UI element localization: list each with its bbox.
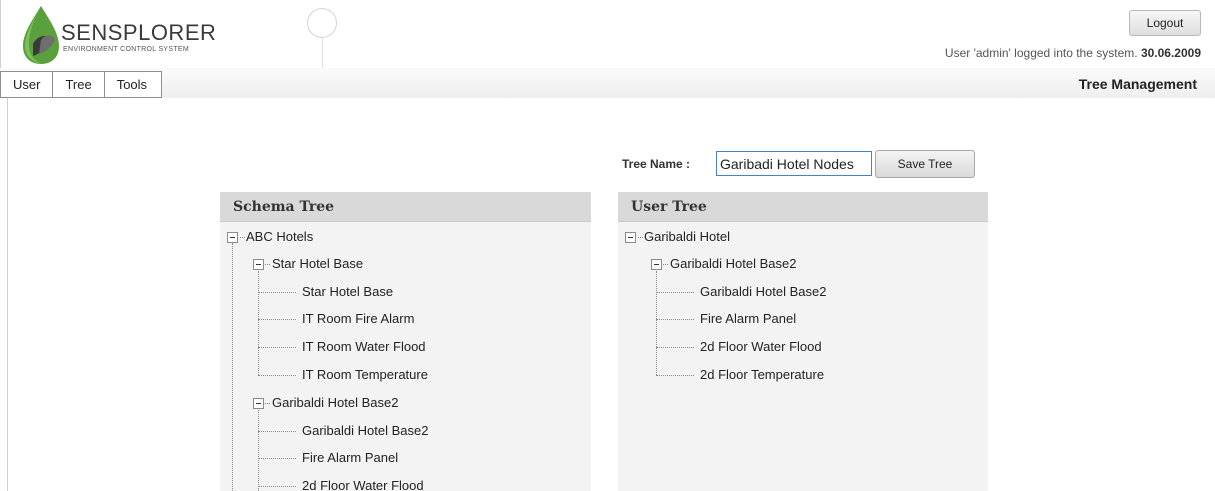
login-status-text: User 'admin' logged into the system. bbox=[944, 46, 1138, 60]
collapse-icon[interactable] bbox=[227, 232, 238, 243]
login-status: User 'admin' logged into the system. 30.… bbox=[945, 46, 1201, 60]
tree-connector bbox=[656, 271, 657, 375]
tree-connector bbox=[258, 410, 259, 491]
tree-connector bbox=[656, 375, 694, 376]
tree-node[interactable]: 2d Floor Temperature bbox=[700, 366, 824, 384]
tree-node[interactable]: ABC Hotels bbox=[246, 228, 313, 246]
tree-name-label: Tree Name : bbox=[622, 157, 691, 171]
collapse-icon[interactable] bbox=[625, 232, 636, 243]
user-tree-panel: User Tree Garibaldi Hotel Garibaldi Hote… bbox=[618, 192, 988, 491]
tree-connector bbox=[258, 486, 296, 487]
tree-node[interactable]: Fire Alarm Panel bbox=[700, 310, 796, 328]
logo-drop-icon bbox=[23, 6, 59, 64]
tree-connector bbox=[663, 264, 668, 265]
collapse-icon[interactable] bbox=[253, 259, 264, 270]
sensplorer-logo: SENSPLORER ENVIRONMENT CONTROL SYSTEM bbox=[19, 4, 319, 66]
tree-connector bbox=[265, 264, 270, 265]
tree-connector bbox=[656, 319, 694, 320]
logo-title: SENSPLORER bbox=[61, 20, 217, 45]
header-circle-decoration bbox=[307, 8, 337, 38]
tree-node[interactable]: IT Room Temperature bbox=[302, 366, 428, 384]
tree-connector bbox=[258, 375, 296, 376]
tree-node[interactable]: IT Room Fire Alarm bbox=[302, 310, 414, 328]
menu-item-user[interactable]: User bbox=[1, 72, 54, 97]
logo-subtitle: ENVIRONMENT CONTROL SYSTEM bbox=[63, 46, 190, 53]
tree-node[interactable]: Star Hotel Base bbox=[302, 283, 393, 301]
logout-button[interactable]: Logout bbox=[1129, 10, 1201, 36]
tree-connector bbox=[232, 243, 233, 491]
app-header: SENSPLORER ENVIRONMENT CONTROL SYSTEM Lo… bbox=[0, 0, 1215, 68]
tree-node[interactable]: Star Hotel Base bbox=[272, 255, 363, 273]
tree-connector bbox=[638, 237, 643, 238]
tree-connector bbox=[240, 237, 245, 238]
collapse-icon[interactable] bbox=[651, 259, 662, 270]
tree-connector bbox=[258, 458, 296, 459]
tree-connector bbox=[656, 292, 694, 293]
tree-node[interactable]: Garibaldi Hotel Base2 bbox=[700, 283, 826, 301]
save-tree-button[interactable]: Save Tree bbox=[875, 150, 975, 178]
main-menu: User Tree Tools bbox=[0, 71, 163, 98]
menu-item-tree[interactable]: Tree bbox=[53, 72, 105, 97]
tree-connector bbox=[265, 403, 270, 404]
user-tree-title: User Tree bbox=[618, 192, 988, 222]
menu-bar: User Tree Tools Tree Management bbox=[0, 68, 1215, 98]
tree-node[interactable]: 2d Floor Water Flood bbox=[302, 477, 424, 491]
menu-item-tools[interactable]: Tools bbox=[105, 72, 161, 97]
tree-connector bbox=[258, 347, 296, 348]
tree-connector bbox=[656, 347, 694, 348]
tree-node[interactable]: 2d Floor Water Flood bbox=[700, 338, 822, 356]
tree-node[interactable]: Garibaldi Hotel Base2 bbox=[670, 255, 796, 273]
tree-node[interactable]: Garibaldi Hotel Base2 bbox=[272, 394, 398, 412]
page-title: Tree Management bbox=[1078, 76, 1197, 92]
tree-node[interactable]: Garibaldi Hotel Base2 bbox=[302, 422, 428, 440]
tree-node[interactable]: IT Room Water Flood bbox=[302, 338, 426, 356]
login-date: 30.06.2009 bbox=[1140, 46, 1201, 60]
tree-connector bbox=[258, 271, 259, 375]
tree-connector bbox=[258, 431, 296, 432]
collapse-icon[interactable] bbox=[253, 398, 264, 409]
schema-tree-panel: Schema Tree ABC Hotels Star Hotel Base S… bbox=[220, 192, 591, 491]
tree-connector bbox=[258, 319, 296, 320]
tree-name-input[interactable] bbox=[716, 151, 872, 176]
tree-connector bbox=[258, 292, 296, 293]
tree-node[interactable]: Garibaldi Hotel bbox=[644, 228, 730, 246]
schema-tree-title: Schema Tree bbox=[220, 192, 591, 222]
tree-node[interactable]: Fire Alarm Panel bbox=[302, 449, 398, 467]
header-divider bbox=[322, 38, 323, 68]
content-left-border bbox=[7, 98, 8, 491]
